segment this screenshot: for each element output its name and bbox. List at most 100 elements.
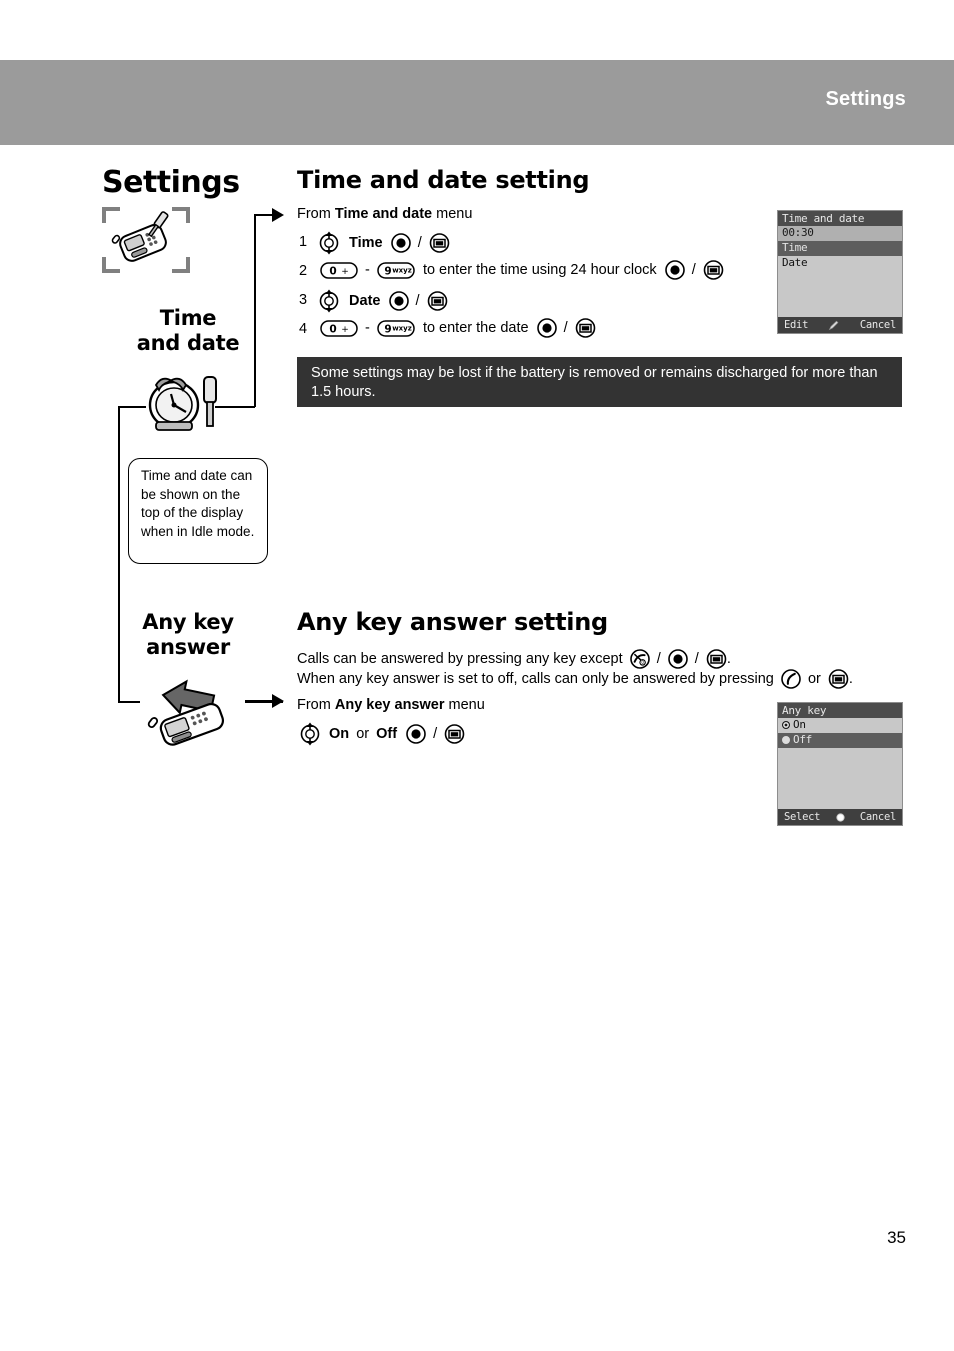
- tree-connector-branch-1-right: [215, 406, 255, 408]
- step-number-3: 3: [299, 292, 308, 308]
- svg-text:9: 9: [384, 265, 391, 277]
- navigation-key-icon[interactable]: [318, 231, 340, 255]
- key-0-plus-icon[interactable]: 0 +: [320, 319, 358, 337]
- phone-screen-1-row-time[interactable]: Time: [778, 241, 902, 256]
- soft-key-icon[interactable]: [427, 291, 448, 311]
- key-range-dash: -: [365, 320, 370, 336]
- center-select-key-icon[interactable]: [388, 291, 409, 311]
- svg-text:wxyz: wxyz: [392, 324, 412, 332]
- key-0-plus-icon[interactable]: 0 +: [320, 261, 358, 279]
- center-select-key-icon[interactable]: [406, 724, 426, 744]
- section-2-desc-line-2: When any key answer is set to off, calls…: [297, 669, 853, 689]
- send-call-key-icon[interactable]: [781, 669, 801, 689]
- phone-screen-2-softkey-bar: Select Cancel: [778, 809, 902, 825]
- key-9-wxyz-icon[interactable]: 9 wxyz: [377, 319, 415, 337]
- phone-screen-2-row-on[interactable]: On: [778, 718, 902, 733]
- step-row-1: Time /: [318, 231, 450, 255]
- rail-item-time-and-date-line2: and date: [136, 331, 240, 355]
- step-row-2: 0 + - 9 wxyz to enter the time using 24 …: [320, 260, 724, 280]
- phone-screen-1-softkey-right[interactable]: Cancel: [860, 319, 896, 331]
- step-2-text: to enter the time using 24 hour clock: [422, 261, 657, 278]
- step-3-label: Date: [349, 292, 381, 309]
- tree-connector-vertical: [118, 406, 120, 703]
- phone-screen-2-title: Any key: [778, 703, 902, 718]
- note-bubble: Time and date can be shown on the top of…: [128, 458, 268, 564]
- section-2-sep-2: /: [694, 651, 699, 667]
- phone-arrow-icon: [147, 679, 225, 746]
- section-1-intro-prefix: From: [297, 206, 335, 222]
- center-select-key-icon[interactable]: [390, 233, 411, 253]
- step-row-3: Date /: [318, 289, 448, 313]
- section-1-intro-bold: Time and date: [334, 206, 433, 222]
- section-2-intro-bold: Any key answer: [334, 697, 445, 713]
- phone-screen-1-row-date[interactable]: Date: [778, 256, 902, 271]
- phone-screen-1-row-time-value[interactable]: 00:30: [778, 226, 902, 241]
- pencil-icon: [829, 320, 839, 330]
- key-9-wxyz-icon[interactable]: 9 wxyz: [377, 261, 415, 279]
- tree-connector-branch-2-left: [118, 701, 140, 703]
- phone-screen-time-and-date: Time and date 00:30 Time Date Edit Cance…: [777, 210, 903, 334]
- phone-screen-1-title: Time and date: [778, 211, 902, 226]
- step-1-label: Time: [349, 234, 383, 251]
- key-range-dash: -: [365, 262, 370, 278]
- soft-key-icon[interactable]: [429, 233, 450, 253]
- section-2-desc-1-text: Calls can be answered by pressing any ke…: [297, 650, 623, 667]
- section-2-desc-1-period: .: [726, 650, 731, 667]
- section-2-desc-2-or: or: [807, 671, 821, 687]
- tip-box: Some settings may be lost if the battery…: [297, 357, 902, 407]
- phone-settings-icon: [102, 207, 190, 273]
- phone-screen-1-body: 00:30 Time Date: [778, 226, 902, 317]
- section-title-time-and-date: Time and date setting: [297, 166, 590, 194]
- phone-screen-2-softkey-left[interactable]: Select: [784, 811, 820, 823]
- section-2-sep-1: /: [656, 651, 661, 667]
- section-title-any-key-answer: Any key answer setting: [297, 608, 608, 636]
- option-on-label: On: [329, 725, 350, 742]
- step-number-2: 2: [299, 263, 308, 279]
- section-2-option-separator: /: [433, 726, 438, 742]
- option-off-label: Off: [376, 725, 398, 742]
- step-1-separator: /: [417, 235, 422, 251]
- rail-item-any-key-answer-line1: Any key: [142, 610, 234, 634]
- section-2-desc-2-text: When any key answer is set to off, calls…: [297, 670, 774, 687]
- page-number: 35: [887, 1228, 906, 1247]
- soft-key-icon[interactable]: [828, 669, 849, 689]
- section-2-intro: From Any key answer menu: [297, 697, 485, 713]
- step-4-text: to enter the date: [422, 319, 529, 336]
- rail-item-any-key-answer[interactable]: Any key answer: [98, 610, 278, 660]
- phone-screen-any-key: Any key On Off Select Cancel: [777, 702, 903, 826]
- soft-key-icon[interactable]: [706, 649, 727, 669]
- navigation-key-icon[interactable]: [318, 289, 340, 313]
- page-header-title: Settings: [825, 88, 906, 110]
- soft-key-icon[interactable]: [444, 724, 465, 744]
- svg-text:9: 9: [384, 323, 391, 335]
- svg-text:0: 0: [329, 265, 336, 277]
- radio-off-icon: [782, 736, 790, 744]
- chapter-title: Settings: [102, 165, 240, 200]
- phone-screen-2-row-on-label: On: [793, 718, 806, 731]
- navigation-key-icon[interactable]: [299, 722, 321, 746]
- section-2-option-row: On or Off /: [299, 722, 465, 746]
- center-select-key-icon[interactable]: [667, 649, 688, 669]
- rail-item-time-and-date-line1: Time: [159, 306, 217, 330]
- phone-screen-2-softkey-right[interactable]: Cancel: [860, 811, 896, 823]
- section-1-intro: From Time and date menu: [297, 206, 472, 222]
- center-select-key-icon[interactable]: [664, 260, 685, 280]
- svg-text:wxyz: wxyz: [392, 266, 412, 274]
- section-2-desc-2-period: .: [848, 670, 853, 687]
- phone-screen-1-softkey-left[interactable]: Edit: [784, 319, 808, 331]
- rail-item-time-and-date[interactable]: Time and date: [98, 306, 278, 356]
- center-select-key-icon[interactable]: [536, 318, 557, 338]
- radio-on-icon: [782, 721, 790, 729]
- soft-key-icon[interactable]: [703, 260, 724, 280]
- step-4-separator: /: [563, 320, 568, 336]
- tree-connector-branch-1-left: [118, 406, 146, 408]
- soft-key-icon[interactable]: [575, 318, 596, 338]
- phone-screen-2-row-off[interactable]: Off: [778, 733, 902, 748]
- arrow-head-section-1: [272, 208, 284, 222]
- section-1-intro-suffix: menu: [432, 206, 473, 222]
- arrow-head-section-2: [272, 694, 284, 708]
- option-or-label: or: [356, 725, 370, 742]
- svg-text:+: +: [341, 267, 349, 277]
- end-call-key-icon[interactable]: 0: [629, 649, 650, 669]
- clock-screwdriver-icon: [148, 376, 217, 431]
